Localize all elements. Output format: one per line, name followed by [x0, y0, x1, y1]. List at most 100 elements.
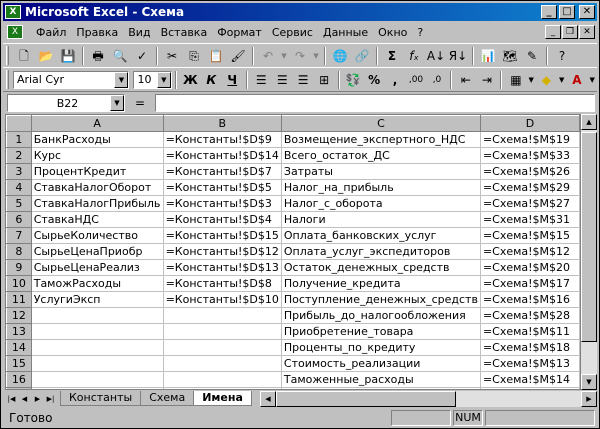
cell-c[interactable]: Приобретение_товара: [280, 323, 481, 340]
cell-a[interactable]: [30, 323, 164, 340]
row-header[interactable]: 12: [6, 307, 32, 324]
toolbar-grip-2[interactable]: [6, 70, 9, 89]
cell-a[interactable]: Курс: [30, 147, 164, 164]
cell-d[interactable]: =Схема!$M$14: [479, 371, 580, 388]
cell-d[interactable]: =Схема!$M$20: [479, 259, 580, 276]
office-assistant-icon[interactable]: ?: [551, 46, 573, 66]
percent-style-button[interactable]: %: [364, 70, 385, 90]
scroll-up-arrow-icon[interactable]: ▲: [581, 114, 597, 130]
cell-d[interactable]: =Схема!$M$16: [479, 291, 580, 308]
doc-restore-button[interactable]: ❐: [562, 25, 578, 39]
bold-button[interactable]: Ж: [180, 70, 201, 90]
cell-d[interactable]: =Схема!$M$26: [479, 163, 580, 180]
cell-c[interactable]: Поступление_денежных_средств: [280, 291, 481, 308]
cell-b[interactable]: =Константы!$D$14: [162, 147, 282, 164]
cell-c[interactable]: Возмещение_экспертного_НДС: [280, 131, 481, 148]
row-header[interactable]: 16: [6, 371, 32, 388]
cell-c[interactable]: Оплата_банковских_услуг: [280, 227, 481, 244]
hyperlink-icon[interactable]: 🌐: [329, 46, 351, 66]
align-center-icon[interactable]: ☰: [272, 70, 293, 90]
cell-a[interactable]: ТаможРасходы: [30, 275, 164, 292]
cell-d[interactable]: =Схема!$M$19: [479, 131, 580, 148]
italic-button[interactable]: К: [201, 70, 222, 90]
last-sheet-icon[interactable]: ▶|: [44, 392, 57, 406]
cell-d[interactable]: =Схема!$M$12: [479, 243, 580, 260]
close-button[interactable]: ✕: [579, 5, 595, 19]
row-header[interactable]: 15: [6, 355, 32, 372]
borders-dropdown-icon[interactable]: ▼: [526, 70, 536, 90]
menu-edit[interactable]: Правка: [71, 26, 123, 39]
cell-d[interactable]: =Схема!$M$15: [479, 227, 580, 244]
comma-style-button[interactable]: ,: [385, 70, 406, 90]
doc-close-button[interactable]: ✕: [579, 25, 595, 39]
cell-c[interactable]: Прибыль_до_налогообложения: [280, 307, 481, 324]
toolbar-grip[interactable]: [6, 46, 9, 65]
cell-a[interactable]: УслугиЭксп: [30, 291, 164, 308]
cell-c[interactable]: Стоимость_реализации: [280, 355, 481, 372]
cell-b[interactable]: [162, 323, 282, 340]
cell-c[interactable]: Налог_с_оборота: [280, 195, 481, 212]
chart-wizard-icon[interactable]: 📊: [477, 46, 499, 66]
excel-app-icon[interactable]: X: [5, 5, 21, 19]
row-header[interactable]: 10: [6, 275, 32, 292]
cell-b[interactable]: =Константы!$D$5: [162, 179, 282, 196]
vertical-scroll-thumb[interactable]: [581, 132, 597, 342]
select-all-corner[interactable]: [6, 115, 32, 132]
name-box[interactable]: B22 ▼: [7, 94, 125, 112]
cell-c[interactable]: Таможенные_расходы: [280, 371, 481, 388]
merge-center-icon[interactable]: ⊞: [314, 70, 335, 90]
print-preview-icon[interactable]: 🔍: [109, 46, 131, 66]
column-header-b[interactable]: B: [162, 115, 282, 132]
scroll-right-arrow-icon[interactable]: ▶: [581, 390, 597, 407]
spelling-icon[interactable]: ✓: [131, 46, 153, 66]
document-icon[interactable]: X: [7, 25, 23, 39]
cell-b[interactable]: [162, 307, 282, 324]
menu-insert[interactable]: Вставка: [156, 26, 213, 39]
cell-d[interactable]: =Схема!$M$13: [479, 355, 580, 372]
row-header[interactable]: 2: [6, 147, 32, 164]
undo-dropdown-icon[interactable]: ▼: [279, 46, 289, 66]
menu-help[interactable]: ?: [412, 26, 428, 39]
first-sheet-icon[interactable]: |◀: [5, 392, 18, 406]
scroll-down-arrow-icon[interactable]: ▼: [581, 374, 597, 390]
column-header-c[interactable]: C: [280, 115, 481, 132]
font-color-dropdown-icon[interactable]: ▼: [587, 70, 597, 90]
cell-d[interactable]: =Схема!$M$18: [479, 339, 580, 356]
worksheet-grid[interactable]: A B C D 1 БанкРасходы =Константы!$D$9 Возме…: [5, 114, 581, 390]
cell-d[interactable]: =Схема!$M$27: [479, 195, 580, 212]
increase-indent-icon[interactable]: ⇥: [476, 70, 497, 90]
horizontal-scroll-thumb[interactable]: [275, 390, 456, 407]
cell-a[interactable]: [30, 307, 164, 324]
cell-b[interactable]: =Константы!$D$9: [162, 131, 282, 148]
function-wizard-icon[interactable]: fₓ: [403, 46, 425, 66]
cell-b[interactable]: [162, 355, 282, 372]
cell-b[interactable]: =Константы!$D$7: [162, 163, 282, 180]
menu-file[interactable]: Файл: [31, 26, 71, 39]
autosum-icon[interactable]: Σ: [381, 46, 403, 66]
row-header[interactable]: 8: [6, 243, 32, 260]
cell-c[interactable]: Проценты_по_кредиту: [280, 339, 481, 356]
formula-input[interactable]: [155, 94, 595, 112]
undo-icon[interactable]: ↶: [257, 46, 279, 66]
paste-icon[interactable]: 📋: [205, 46, 227, 66]
row-header[interactable]: 5: [6, 195, 32, 212]
cell-d[interactable]: =Схема!$M$29: [479, 179, 580, 196]
sort-descending-icon[interactable]: Я↓: [447, 46, 469, 66]
redo-icon[interactable]: ↷: [289, 46, 311, 66]
row-header[interactable]: 13: [6, 323, 32, 340]
maximize-button[interactable]: □: [559, 5, 575, 19]
cell-c[interactable]: Всего_остаток_ДС: [280, 147, 481, 164]
cell-b[interactable]: =Константы!$D$3: [162, 195, 282, 212]
next-sheet-icon[interactable]: ▶: [31, 392, 44, 406]
row-header[interactable]: 14: [6, 339, 32, 356]
currency-icon[interactable]: 💱: [343, 70, 364, 90]
row-header[interactable]: 4: [6, 179, 32, 196]
cell-c[interactable]: Налоги: [280, 211, 481, 228]
align-right-icon[interactable]: ☰: [293, 70, 314, 90]
increase-decimal-button[interactable]: ,00: [406, 70, 427, 90]
font-size-select[interactable]: 10 ▼: [133, 70, 172, 89]
cell-d[interactable]: =Схема!$M$17: [479, 275, 580, 292]
menu-view[interactable]: Вид: [123, 26, 155, 39]
row-header[interactable]: 6: [6, 211, 32, 228]
map-icon[interactable]: 🗺: [499, 46, 521, 66]
